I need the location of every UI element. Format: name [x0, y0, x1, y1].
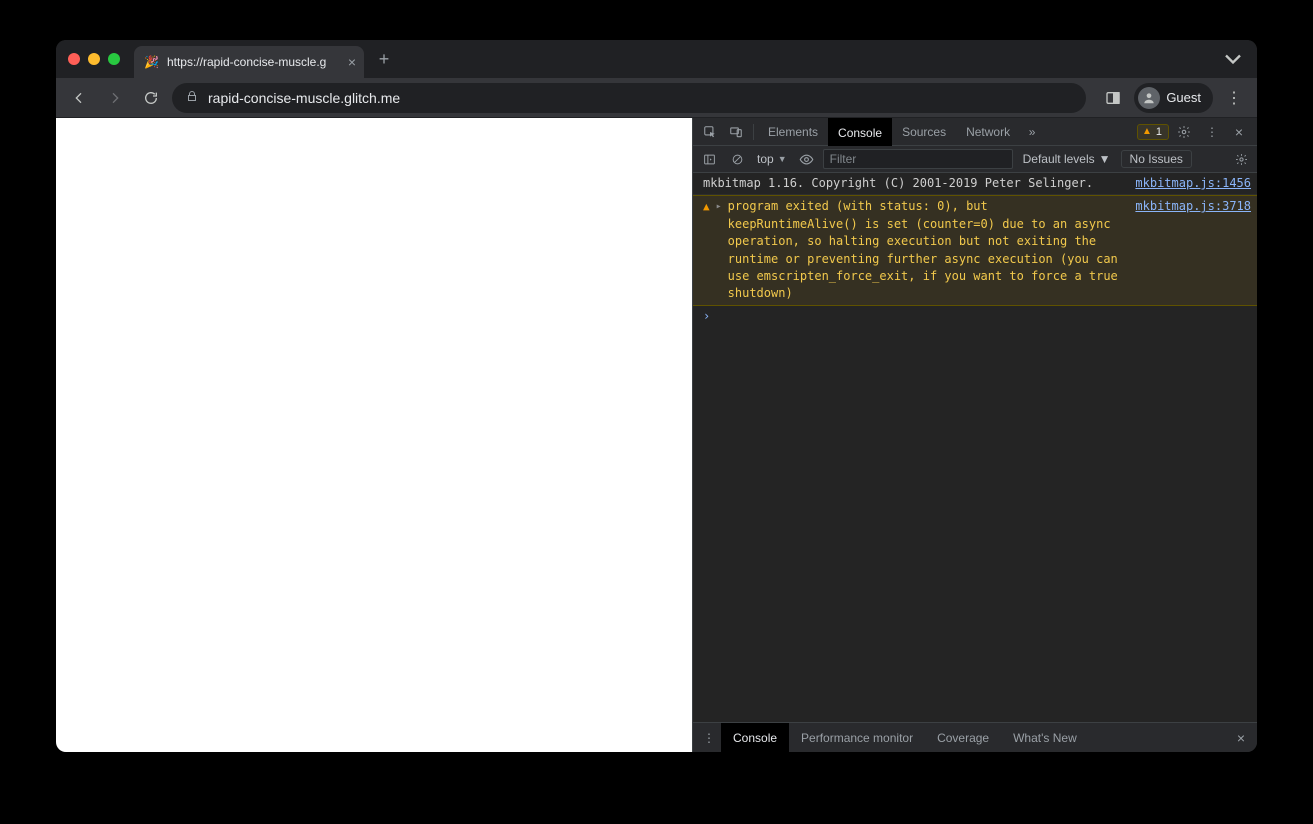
tab-sources[interactable]: Sources [892, 118, 956, 146]
devtools-tabs: Elements Console Sources Network » [758, 118, 1044, 146]
devtools-menu-button[interactable]: ⋮ [1199, 119, 1225, 145]
caret-down-icon: ▼ [778, 154, 787, 164]
devtools-settings-button[interactable] [1171, 119, 1197, 145]
browser-tab[interactable]: 🎉 https://rapid-concise-muscle.g × [134, 46, 364, 78]
console-prompt[interactable]: › [693, 306, 1257, 326]
caret-down-icon: ▼ [1099, 152, 1111, 166]
console-sidebar-toggle[interactable] [697, 147, 721, 171]
expand-log-button[interactable]: ▸ [716, 198, 722, 302]
inspect-element-button[interactable] [697, 119, 723, 145]
context-selector[interactable]: top ▼ [753, 152, 791, 166]
warnings-badge[interactable]: ▲ 1 [1137, 124, 1169, 140]
log-message: mkbitmap 1.16. Copyright (C) 2001-2019 P… [703, 175, 1119, 192]
browser-menu-button[interactable]: ⋮ [1219, 83, 1249, 113]
back-button[interactable] [64, 83, 94, 113]
console-settings-button[interactable] [1229, 147, 1253, 171]
tab-overflow-button[interactable] [1219, 45, 1247, 73]
drawer-close-button[interactable]: × [1229, 730, 1253, 746]
issues-button[interactable]: No Issues [1121, 150, 1192, 168]
devtools-drawer: ⋮ Console Performance monitor Coverage W… [693, 722, 1257, 752]
device-toolbar-button[interactable] [723, 119, 749, 145]
tab-console[interactable]: Console [828, 118, 892, 146]
tab-title: https://rapid-concise-muscle.g [167, 55, 340, 69]
tab-network[interactable]: Network [956, 118, 1020, 146]
log-source-link[interactable]: mkbitmap.js:3718 [1125, 198, 1251, 302]
avatar-icon [1138, 87, 1160, 109]
clear-console-button[interactable] [725, 147, 749, 171]
warning-icon: ▲ [703, 198, 710, 302]
drawer-tab-console[interactable]: Console [721, 723, 789, 753]
tab-favicon-icon: 🎉 [144, 55, 159, 69]
window-close-button[interactable] [68, 53, 80, 65]
profile-label: Guest [1166, 90, 1201, 105]
console-filter-input[interactable] [823, 149, 1013, 169]
window-zoom-button[interactable] [108, 53, 120, 65]
log-source-link[interactable]: mkbitmap.js:1456 [1125, 175, 1251, 192]
page-viewport[interactable] [56, 118, 692, 752]
devtools-close-button[interactable]: × [1227, 124, 1251, 140]
browser-toolbar: rapid-concise-muscle.glitch.me Guest ⋮ [56, 78, 1257, 118]
tab-strip: 🎉 https://rapid-concise-muscle.g × + [56, 40, 1257, 78]
warning-icon: ▲ [1142, 126, 1152, 137]
tabs-more-button[interactable]: » [1020, 118, 1044, 146]
devtools-topbar: Elements Console Sources Network » ▲ 1 ⋮ [693, 118, 1257, 146]
side-panel-button[interactable] [1098, 83, 1128, 113]
drawer-menu-button[interactable]: ⋮ [697, 731, 721, 745]
profile-button[interactable]: Guest [1134, 83, 1213, 113]
tab-close-button[interactable]: × [348, 54, 356, 70]
console-log-entry[interactable]: ▲ ▸ program exited (with status: 0), but… [693, 195, 1257, 305]
toolbar-right-cluster: Guest ⋮ [1098, 83, 1249, 113]
browser-window: 🎉 https://rapid-concise-muscle.g × + rap… [56, 40, 1257, 752]
window-controls [68, 53, 120, 65]
devtools-panel: Elements Console Sources Network » ▲ 1 ⋮ [692, 118, 1257, 752]
live-expression-button[interactable] [795, 147, 819, 171]
window-minimize-button[interactable] [88, 53, 100, 65]
console-toolbar: top ▼ Default levels ▼ No Issues [693, 146, 1257, 173]
drawer-tab-coverage[interactable]: Coverage [925, 723, 1001, 753]
log-levels-selector[interactable]: Default levels ▼ [1023, 152, 1111, 166]
log-message: program exited (with status: 0), but kee… [728, 198, 1120, 302]
reload-button[interactable] [136, 83, 166, 113]
drawer-tab-performance-monitor[interactable]: Performance monitor [789, 723, 925, 753]
warnings-count: 1 [1156, 126, 1162, 138]
lock-icon [186, 90, 198, 105]
console-log[interactable]: mkbitmap 1.16. Copyright (C) 2001-2019 P… [693, 173, 1257, 722]
content-area: Elements Console Sources Network » ▲ 1 ⋮ [56, 118, 1257, 752]
console-log-entry[interactable]: mkbitmap 1.16. Copyright (C) 2001-2019 P… [693, 173, 1257, 195]
new-tab-button[interactable]: + [370, 45, 398, 73]
url-text: rapid-concise-muscle.glitch.me [208, 90, 400, 106]
tab-elements[interactable]: Elements [758, 118, 828, 146]
drawer-tab-whats-new[interactable]: What's New [1001, 723, 1089, 753]
address-bar[interactable]: rapid-concise-muscle.glitch.me [172, 83, 1086, 113]
forward-button[interactable] [100, 83, 130, 113]
